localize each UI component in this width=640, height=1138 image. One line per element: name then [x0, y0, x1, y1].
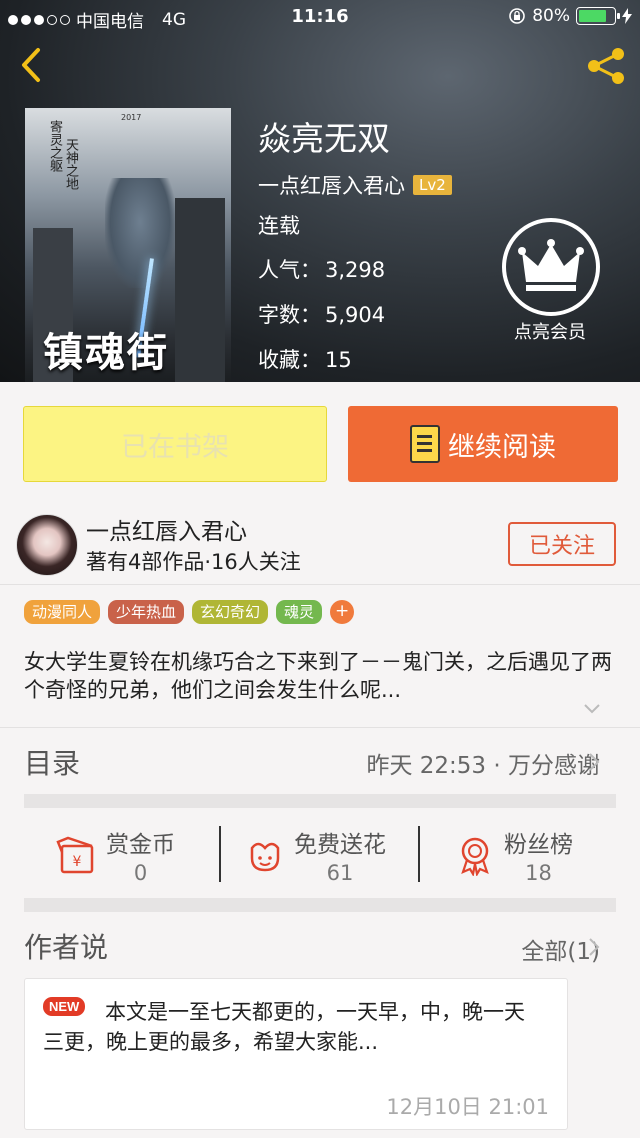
cover-subtitle-2: 天神之地: [63, 138, 78, 190]
stat-word-count: 字数： 5,904: [258, 299, 385, 329]
book-icon: [410, 425, 440, 463]
stat-value: 3,298: [325, 258, 386, 282]
author-avatar[interactable]: [16, 514, 78, 576]
on-shelf-button[interactable]: 已在书架: [23, 406, 327, 482]
tag-list: 动漫同人 少年热血 玄幻奇幻 魂灵 +: [24, 600, 355, 624]
vip-label[interactable]: 点亮会员: [490, 318, 610, 344]
vip-crown-button[interactable]: [502, 218, 600, 316]
tag-item[interactable]: 玄幻奇幻: [192, 600, 269, 624]
serial-status: 连载: [258, 214, 300, 238]
book-header: 中国电信 4G 11:16 80% 2017 寄灵之躯 天神之地 镇魂街 焱亮无…: [0, 0, 640, 382]
reward-value: 61: [326, 861, 354, 885]
level-badge: Lv2: [413, 175, 452, 195]
book-author-line: 一点红唇入君心 Lv2: [258, 170, 452, 200]
reward-label: 粉丝榜: [504, 832, 573, 858]
catalog-latest-chapter[interactable]: 昨天 22:53 · 万分感谢: [366, 746, 600, 780]
reward-value: 0: [133, 861, 148, 885]
crown-icon: [518, 239, 584, 291]
share-icon[interactable]: [584, 44, 628, 88]
rotation-lock-icon: [509, 8, 526, 24]
continue-reading-button[interactable]: 继续阅读: [348, 406, 618, 482]
gold-reward-button[interactable]: ¥ 赏金币 0: [56, 820, 175, 890]
stat-popularity: 人气： 3,298: [258, 254, 385, 284]
more-tags-button[interactable]: +: [330, 600, 355, 624]
flower-icon: [250, 842, 280, 872]
chevron-right-icon: [589, 938, 600, 956]
section-divider: [24, 794, 616, 808]
on-shelf-label: 已在书架: [121, 431, 229, 463]
fan-ranking-button[interactable]: 粉丝榜 18: [454, 820, 573, 890]
charging-bolt-icon: [622, 8, 632, 24]
stat-label: 收藏：: [258, 348, 321, 372]
stat-label: 人气：: [258, 258, 321, 282]
chevron-right-icon: [589, 753, 600, 771]
stat-value: 5,904: [325, 303, 386, 327]
stat-label: 字数：: [258, 303, 321, 327]
status-bar: 中国电信 4G 11:16 80%: [0, 0, 640, 34]
book-cover[interactable]: 2017 寄灵之躯 天神之地 镇魂街: [25, 108, 231, 382]
svg-text:¥: ¥: [73, 854, 82, 870]
cover-year: 2017: [121, 113, 142, 122]
section-divider: [24, 898, 616, 912]
author-note-card[interactable]: 本文是一至七天都更的，一天早，中，晚一天三更，晚上更的最多，希望大家能... N…: [24, 978, 568, 1130]
follow-button[interactable]: 已关注: [508, 522, 616, 566]
author-name[interactable]: 一点红唇入君心: [86, 512, 247, 546]
reward-value: 18: [525, 861, 552, 885]
divider: [418, 826, 420, 882]
tag-item[interactable]: 动漫同人: [24, 600, 101, 624]
status-bar-right: 80%: [508, 6, 632, 26]
book-author[interactable]: 一点红唇入君心: [258, 170, 405, 200]
new-badge: NEW: [43, 997, 86, 1016]
expand-chevron-icon[interactable]: [582, 702, 602, 716]
author-note-text: 本文是一至七天都更的，一天早，中，晚一天三更，晚上更的最多，希望大家能...: [43, 1000, 525, 1054]
author-meta: 著有4部作品·16人关注: [86, 550, 301, 574]
send-flower-button[interactable]: 免费送花 61: [244, 820, 386, 890]
tag-item[interactable]: 少年热血: [108, 600, 185, 624]
cover-subtitle-1: 寄灵之躯: [47, 120, 62, 172]
tag-item[interactable]: 魂灵: [276, 600, 323, 624]
rewards-bar: ¥ 赏金币 0 免费送花 61 粉丝榜 18: [0, 820, 640, 890]
battery-icon: [576, 7, 620, 25]
author-note-date: 12月10日 21:01: [386, 1095, 549, 1119]
catalog-title[interactable]: 目录: [24, 742, 80, 782]
book-title: 焱亮无双: [258, 119, 390, 158]
stat-favorites: 收藏： 15: [258, 344, 352, 374]
book-description[interactable]: 女大学生夏铃在机缘巧合之下来到了－－鬼门关，之后遇见了两个奇怪的兄弟，他们之间会…: [24, 648, 616, 704]
author-notes-title: 作者说: [24, 931, 109, 964]
battery-percent: 80%: [532, 6, 570, 26]
cover-title: 镇魂街: [43, 329, 169, 376]
back-arrow-icon[interactable]: [14, 44, 48, 86]
reward-label: 免费送花: [294, 832, 386, 858]
catalog-latest-text: 昨天 22:53 · 万分感谢: [366, 753, 600, 779]
divider: [0, 727, 640, 728]
reward-label: 赏金币: [106, 832, 175, 858]
stat-value: 15: [325, 348, 352, 372]
continue-reading-label: 继续阅读: [448, 431, 556, 463]
follow-label: 已关注: [528, 534, 595, 559]
gold-coin-icon: ¥: [56, 836, 94, 874]
divider: [219, 826, 221, 882]
divider: [0, 584, 640, 585]
medal-icon: [461, 837, 489, 876]
